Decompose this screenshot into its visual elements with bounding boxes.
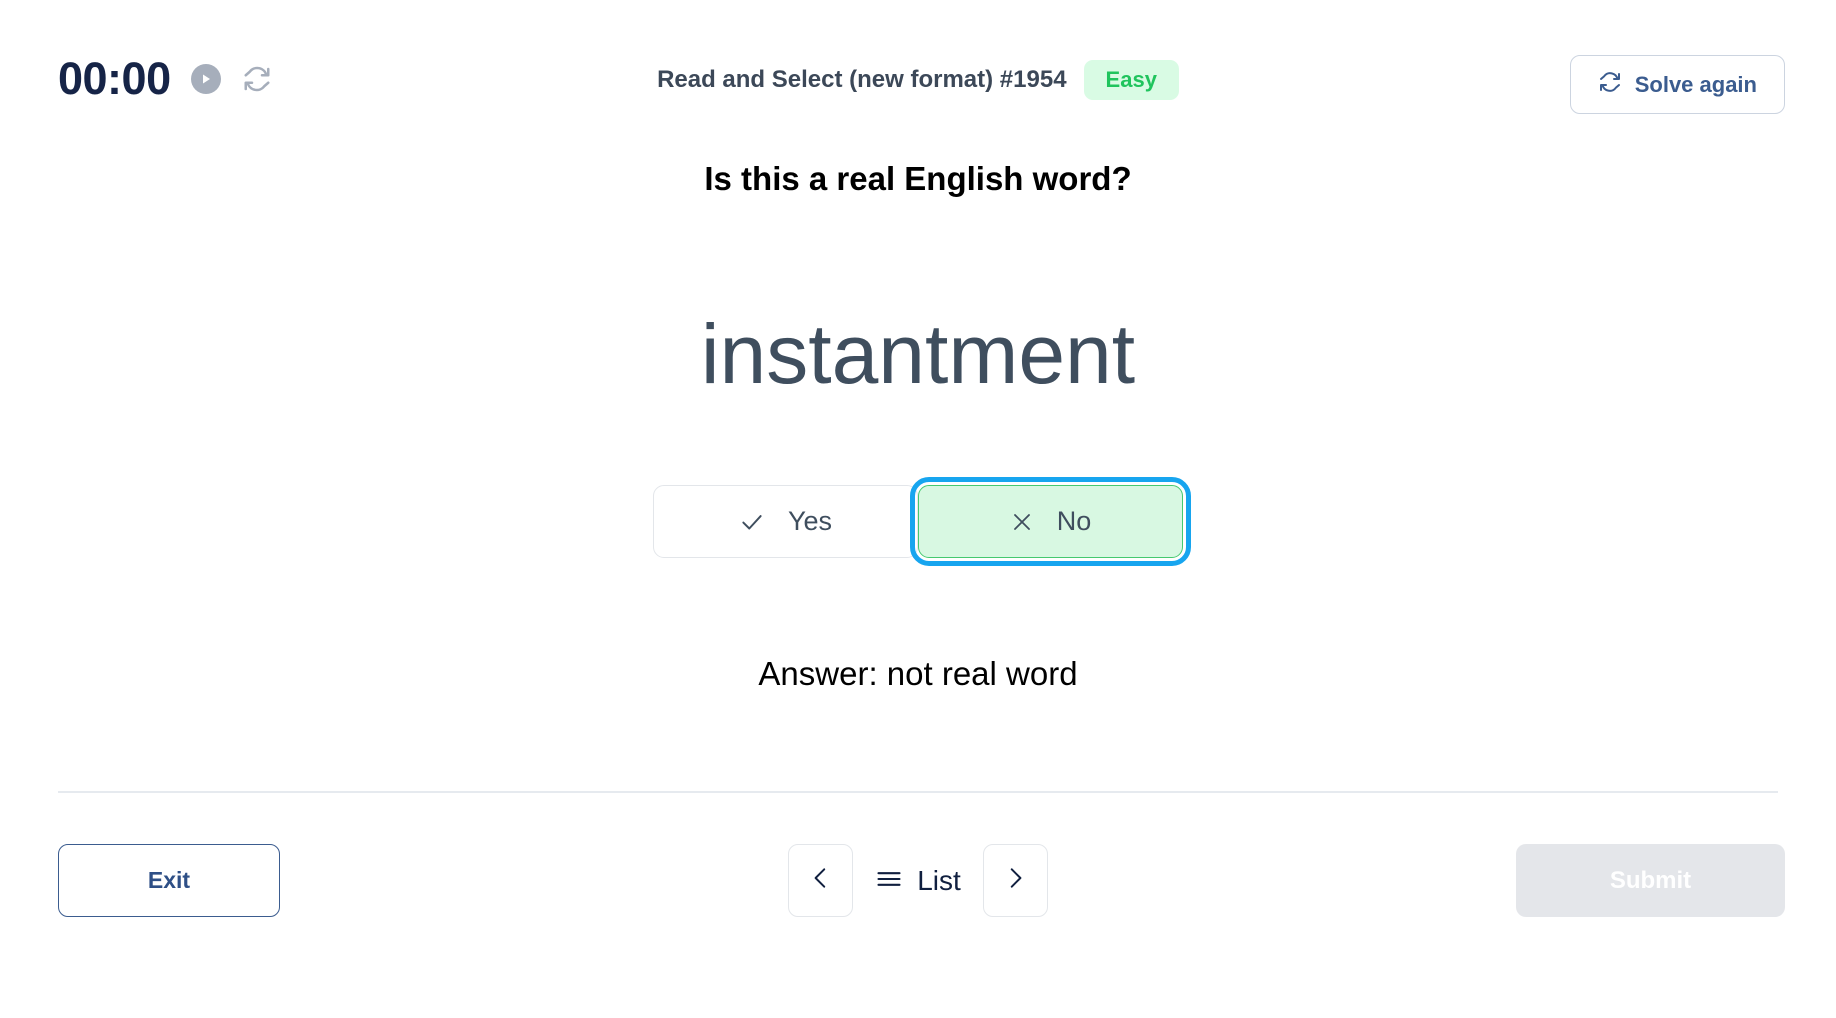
- refresh-icon: [1598, 70, 1622, 99]
- list-button[interactable]: List: [869, 865, 967, 896]
- prev-button[interactable]: [788, 844, 854, 917]
- cross-icon: [1010, 510, 1034, 534]
- list-label: List: [917, 864, 961, 896]
- question-text: Is this a real English word?: [704, 160, 1132, 197]
- choice-yes-label: Yes: [787, 506, 833, 536]
- chevron-right-icon: [1002, 865, 1028, 896]
- page-title: Read and Select (new format) #1954: [657, 66, 1067, 93]
- submit-button[interactable]: Submit: [1516, 844, 1785, 917]
- choice-no-button[interactable]: No: [910, 477, 1191, 566]
- solve-again-label: Solve again: [1634, 71, 1757, 97]
- choice-yes-button[interactable]: Yes: [653, 485, 918, 558]
- solve-again-button[interactable]: Solve again: [1569, 55, 1785, 114]
- check-icon: [739, 509, 765, 535]
- quiz-page: 00:00 Read and Select (new format) #1954…: [0, 0, 1836, 1018]
- next-button[interactable]: [982, 844, 1048, 917]
- divider: [58, 791, 1778, 793]
- hamburger-icon: [875, 865, 903, 896]
- footer: Exit List Submit: [0, 830, 1836, 930]
- status-badge: Easy: [1083, 60, 1179, 100]
- word-display: instantment: [700, 307, 1136, 401]
- header-center: Read and Select (new format) #1954 Easy: [0, 60, 1836, 100]
- choice-group: Yes No: [0, 477, 1836, 566]
- choice-no-label: No: [1056, 506, 1092, 536]
- answer-text: Answer: not real word: [758, 655, 1078, 692]
- chevron-left-icon: [808, 865, 834, 896]
- header: 00:00 Read and Select (new format) #1954…: [0, 0, 1836, 130]
